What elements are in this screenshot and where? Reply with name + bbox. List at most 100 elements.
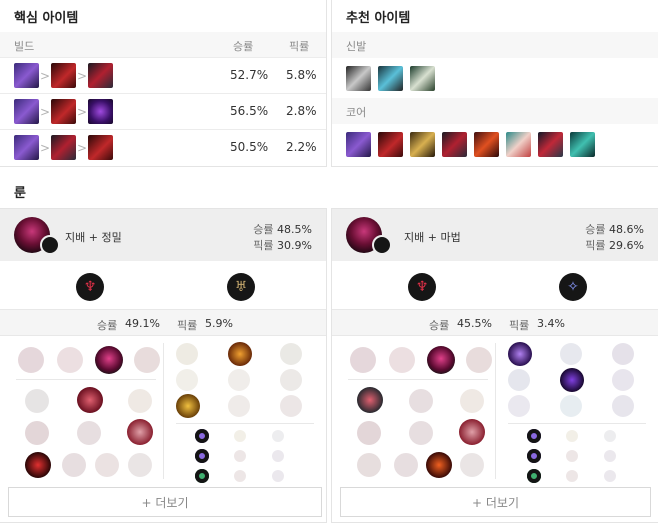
armor-shard-icon-2[interactable] xyxy=(566,470,578,482)
item-icon-void-staff[interactable] xyxy=(14,135,39,160)
legend-bloodline-rune-icon[interactable] xyxy=(280,369,302,391)
taste-of-blood-rune-icon[interactable] xyxy=(77,387,103,413)
electrocute-rune-icon[interactable] xyxy=(427,346,455,374)
ingenious-hunter-rune-icon[interactable] xyxy=(394,453,418,477)
triumph-rune-icon[interactable] xyxy=(228,342,252,366)
waterwalking-rune-icon[interactable] xyxy=(560,395,582,417)
domination-tree-icon[interactable]: ♆ xyxy=(76,273,104,301)
build-row[interactable]: > > 56.5% 2.8% xyxy=(0,93,326,129)
item-icon-crimson-blade[interactable] xyxy=(88,135,113,160)
domination-tree-icon[interactable]: ♆ xyxy=(408,273,436,301)
item-icon-serpent-fang[interactable] xyxy=(538,132,563,157)
taste-of-blood-rune-icon[interactable] xyxy=(409,389,433,413)
row-divider xyxy=(16,379,156,380)
last-stand-rune-icon[interactable] xyxy=(280,395,302,417)
magic-resist-shard-icon-2[interactable] xyxy=(272,470,284,482)
armor-shard-icon[interactable] xyxy=(566,450,578,462)
press-the-attack-rune-icon[interactable] xyxy=(350,347,376,373)
attack-speed-shard-icon[interactable] xyxy=(566,430,578,442)
ultimate-hunter-rune-icon[interactable] xyxy=(460,453,484,477)
ability-haste-shard-icon[interactable] xyxy=(272,430,284,442)
ingenious-hunter-rune-icon[interactable] xyxy=(62,453,86,477)
item-icon-fire-axe[interactable] xyxy=(474,132,499,157)
adaptive-shard-icon[interactable] xyxy=(195,429,209,443)
adaptive-shard-icon-2[interactable] xyxy=(195,449,209,463)
rune-page-header[interactable]: 지배 + 마법 승률 48.6% 픽률 29.6% xyxy=(332,209,658,261)
armor-shard-icon-2[interactable] xyxy=(234,470,246,482)
item-icon-maiden-portrait[interactable] xyxy=(506,132,531,157)
item-icon-void-staff[interactable] xyxy=(14,99,39,124)
treasure-hunter-rune-icon[interactable] xyxy=(25,452,51,478)
ghost-poro-rune-icon[interactable] xyxy=(77,421,101,445)
ability-haste-shard-icon[interactable] xyxy=(604,430,616,442)
relentless-hunter-rune-icon[interactable] xyxy=(95,453,119,477)
item-icon-boots-sorcerer[interactable] xyxy=(378,66,403,91)
scorch-rune-icon[interactable] xyxy=(508,395,530,417)
nimbus-cloak-rune-icon[interactable] xyxy=(612,343,634,365)
treasure-hunter-rune-icon[interactable] xyxy=(357,453,381,477)
zombie-ward-rune-icon[interactable] xyxy=(357,421,381,445)
celerity-rune-icon[interactable] xyxy=(560,368,584,392)
sudden-impact-rune-icon[interactable] xyxy=(128,389,152,413)
magic-resist-shard-icon[interactable] xyxy=(272,450,284,462)
gathering-storm-rune-icon[interactable] xyxy=(612,395,634,417)
item-icon-crimson-blade[interactable] xyxy=(51,99,76,124)
cheap-shot-rune-icon[interactable] xyxy=(357,387,383,413)
eyeball-collection-rune-icon[interactable] xyxy=(127,419,153,445)
coup-de-grace-rune-icon[interactable] xyxy=(176,394,200,418)
magic-resist-shard-icon-2[interactable] xyxy=(604,470,616,482)
ultimate-hunter-rune-icon[interactable] xyxy=(128,453,152,477)
press-the-attack-rune-icon[interactable] xyxy=(18,347,44,373)
item-icon-teal-armor[interactable] xyxy=(570,132,595,157)
nullifying-orb-rune-icon[interactable] xyxy=(508,342,532,366)
relentless-hunter-rune-icon[interactable] xyxy=(426,452,452,478)
hail-of-blades-rune-icon[interactable] xyxy=(466,347,492,373)
armor-shard-icon[interactable] xyxy=(234,450,246,462)
build-row[interactable]: > > 52.7% 5.8% xyxy=(0,57,326,93)
absolute-focus-rune-icon[interactable] xyxy=(612,369,634,391)
predator-rune-icon[interactable] xyxy=(389,347,415,373)
hail-of-blades-rune-icon[interactable] xyxy=(134,347,160,373)
electrocute-rune-icon[interactable] xyxy=(95,346,123,374)
item-icon-void-staff[interactable] xyxy=(14,63,39,88)
cut-down-rune-icon[interactable] xyxy=(228,395,250,417)
item-icon-dark-blade[interactable] xyxy=(442,132,467,157)
item-icon-shadow-tome[interactable] xyxy=(88,99,113,124)
eyeball-collection-rune-icon[interactable] xyxy=(459,419,485,445)
rune-page-header[interactable]: 지배 + 정밀 승률 48.5% 픽률 30.9% xyxy=(0,209,326,261)
presence-of-mind-rune-icon[interactable] xyxy=(280,343,302,365)
precision-tree-icon[interactable]: ♅ xyxy=(227,273,255,301)
item-icon-dark-blade[interactable] xyxy=(88,63,113,88)
zombie-ward-rune-icon[interactable] xyxy=(25,421,49,445)
item-icon-golden-sword[interactable] xyxy=(410,132,435,157)
health-shard-icon[interactable] xyxy=(527,469,541,483)
adaptive-shard-icon[interactable] xyxy=(527,429,541,443)
precision-path-icon xyxy=(40,235,60,255)
item-icon-boots-ionian[interactable] xyxy=(346,66,371,91)
item-icon-crimson-blade[interactable] xyxy=(378,132,403,157)
legend-tenacity-rune-icon[interactable] xyxy=(228,369,250,391)
cheap-shot-rune-icon[interactable] xyxy=(25,389,49,413)
transcendence-rune-icon[interactable] xyxy=(508,369,530,391)
health-shard-icon[interactable] xyxy=(195,469,209,483)
item-icon-crimson-blade[interactable] xyxy=(51,63,76,88)
legend-alacrity-rune-icon[interactable] xyxy=(176,369,198,391)
show-more-button[interactable]: + 더보기 xyxy=(8,487,322,517)
magic-resist-shard-icon[interactable] xyxy=(604,450,616,462)
bar-win-label: 승률 xyxy=(429,319,450,332)
build-row[interactable]: > > 50.5% 2.2% xyxy=(0,129,326,165)
adaptive-shard-icon-2[interactable] xyxy=(527,449,541,463)
item-icon-dark-blade[interactable] xyxy=(51,135,76,160)
attack-speed-shard-icon[interactable] xyxy=(234,430,246,442)
show-more-button[interactable]: + 더보기 xyxy=(340,487,651,517)
overheal-rune-icon[interactable] xyxy=(176,343,198,365)
ghost-poro-rune-icon[interactable] xyxy=(409,421,433,445)
rune-page-pick: 픽률 30.9% xyxy=(253,237,312,253)
sorcery-tree-icon[interactable]: ✧ xyxy=(559,273,587,301)
manaflow-band-rune-icon[interactable] xyxy=(560,343,582,365)
rune-stat-bar: 승률 45.5% 픽률 3.4% xyxy=(332,309,658,336)
predator-rune-icon[interactable] xyxy=(57,347,83,373)
sudden-impact-rune-icon[interactable] xyxy=(460,389,484,413)
item-icon-void-staff[interactable] xyxy=(346,132,371,157)
item-icon-boots-swift[interactable] xyxy=(410,66,435,91)
